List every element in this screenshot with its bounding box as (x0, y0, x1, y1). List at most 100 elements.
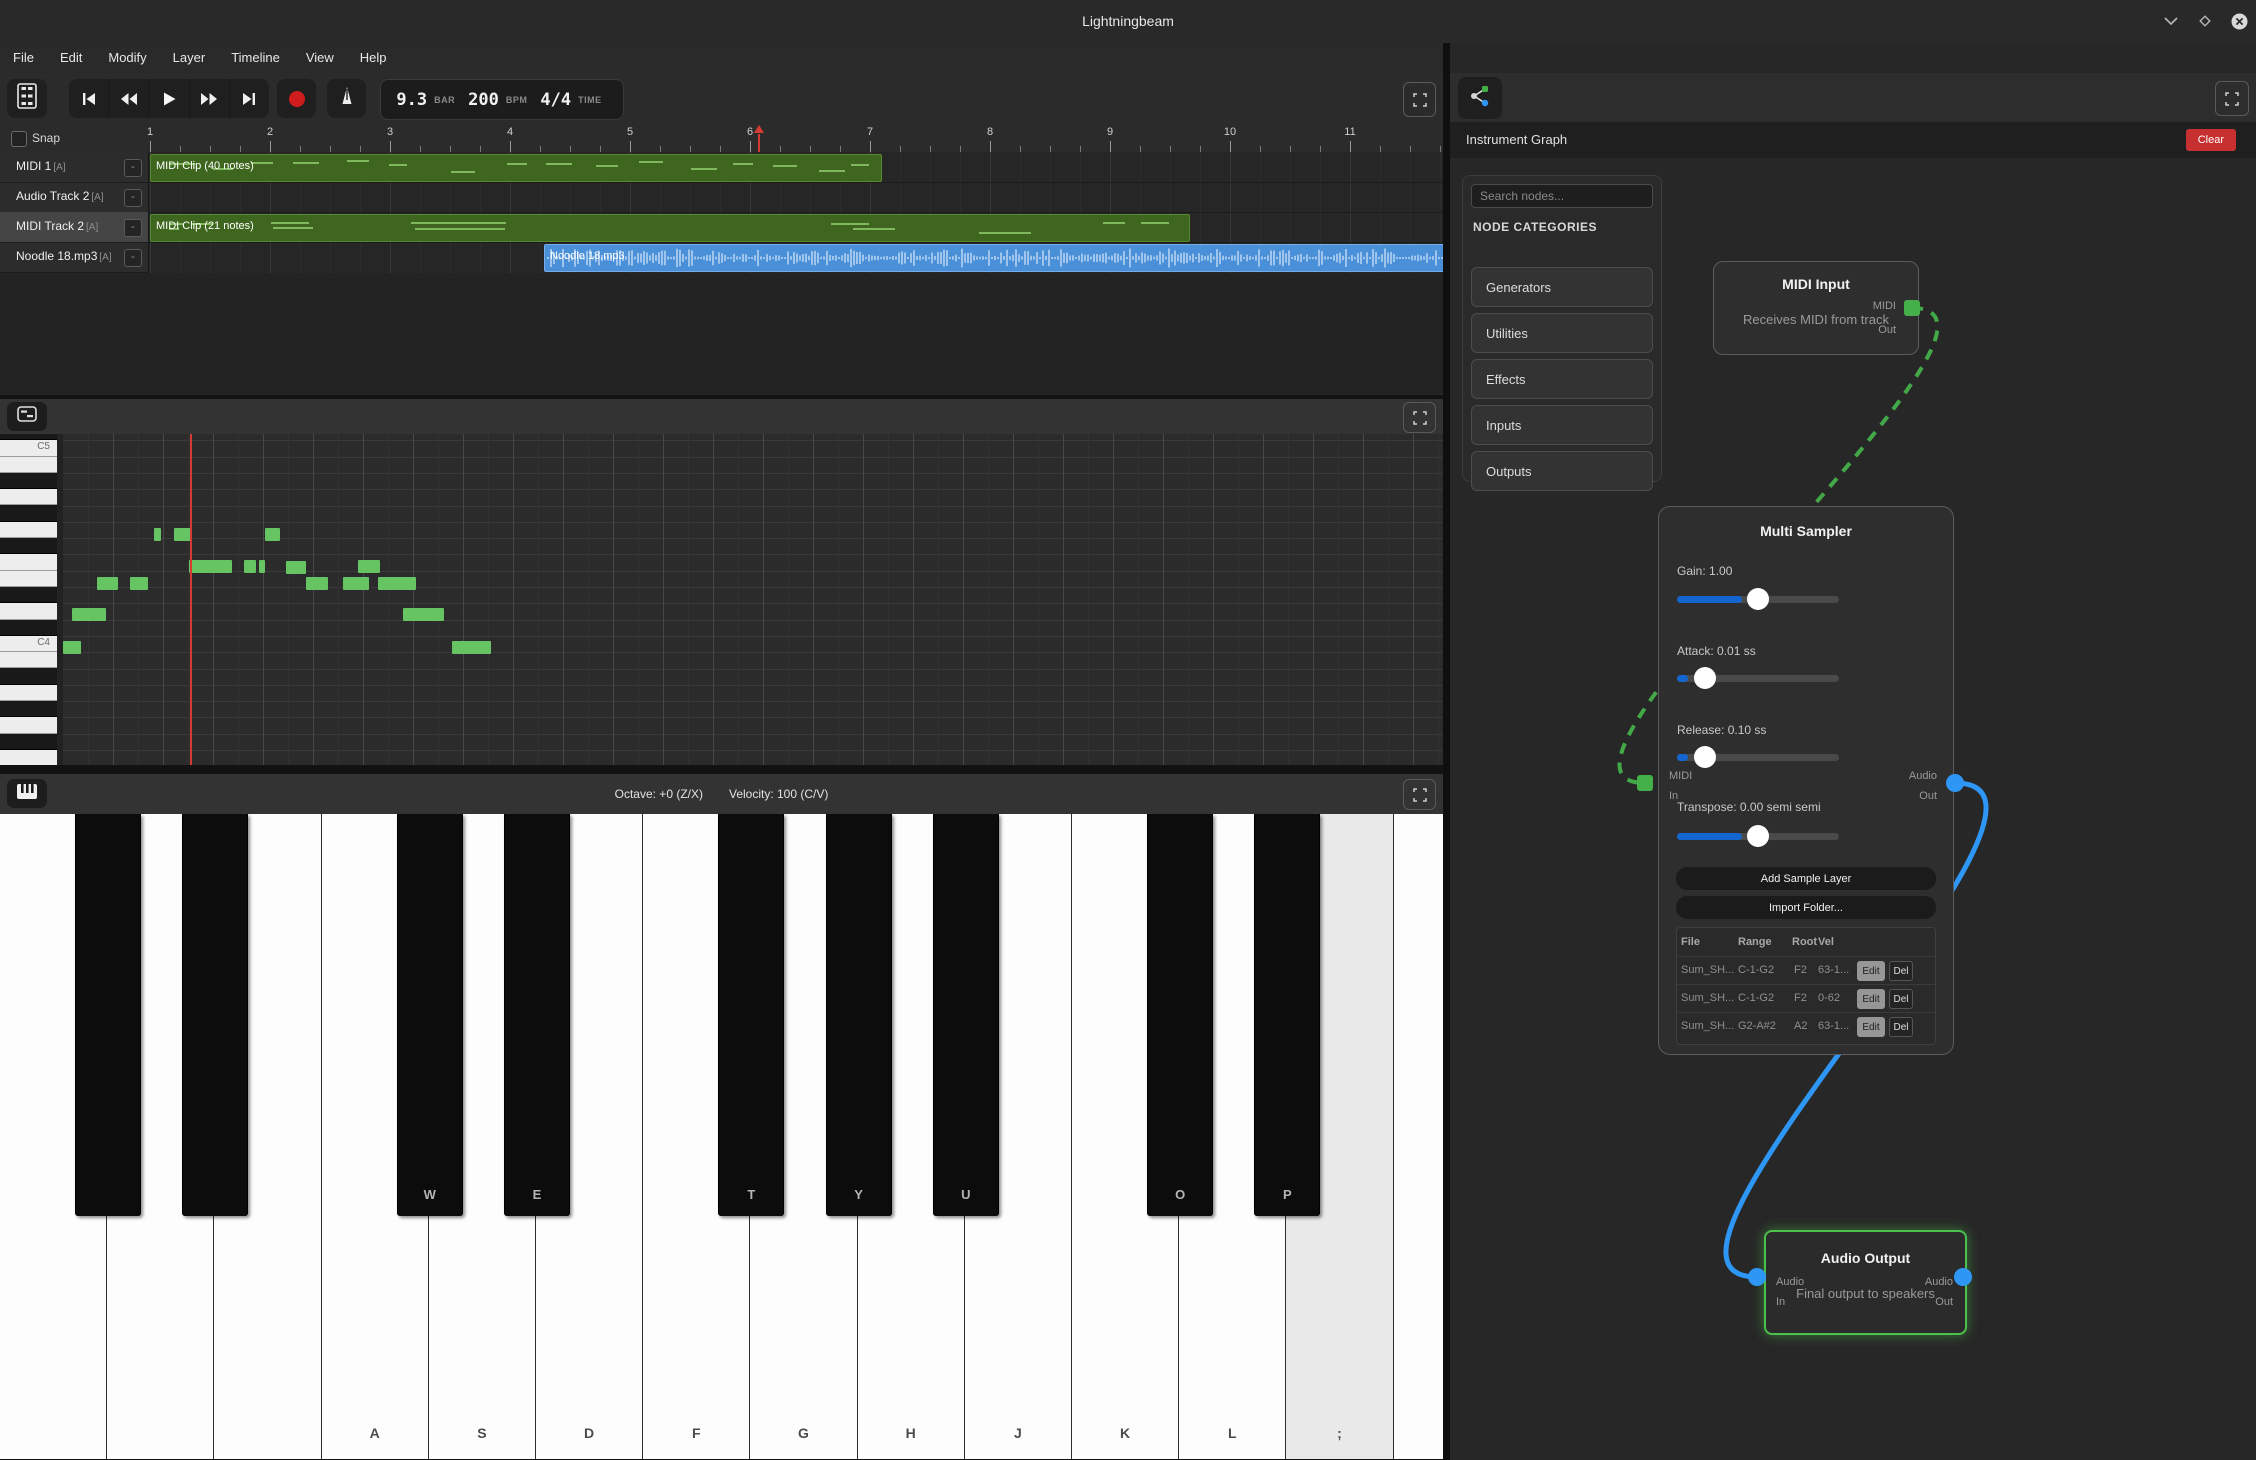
skip-start-button[interactable] (69, 79, 109, 118)
piano-roll-black-key[interactable] (0, 701, 57, 717)
black-key-U[interactable]: U (933, 814, 999, 1216)
sampler-midi-in-port[interactable] (1637, 775, 1653, 791)
record-button[interactable] (277, 79, 316, 118)
black-key[interactable] (182, 814, 248, 1216)
clip-audio[interactable]: Noodle 18.mp3 (544, 244, 1443, 272)
delete-sample-button[interactable]: Del (1889, 1017, 1913, 1037)
slider-thumb[interactable] (1694, 667, 1716, 689)
midi-note[interactable] (154, 528, 161, 541)
piano-roll-white-key[interactable]: C5 (0, 440, 57, 456)
midi-note[interactable] (358, 560, 380, 573)
snap-checkbox[interactable] (11, 131, 27, 147)
midi-note[interactable] (265, 528, 280, 541)
node-audio-output[interactable]: Audio Output Audio In Final output to sp… (1764, 1230, 1967, 1335)
category-inputs[interactable]: Inputs (1471, 405, 1653, 445)
piano-roll-black-key[interactable] (0, 538, 57, 554)
track-mute-box[interactable]: - (124, 159, 142, 177)
edit-sample-button[interactable]: Edit (1857, 989, 1885, 1009)
category-generators[interactable]: Generators (1471, 267, 1653, 307)
piano-roll-white-key[interactable] (0, 652, 57, 668)
track-row-midi-track-2[interactable]: MIDI Track 2[A]- (0, 212, 148, 243)
param-slider[interactable] (1677, 675, 1839, 682)
piano-roll-white-key[interactable] (0, 603, 57, 619)
track-mute-box[interactable]: - (124, 189, 142, 207)
search-input[interactable] (1471, 184, 1653, 208)
play-button[interactable] (149, 79, 189, 118)
black-key-W[interactable]: W (397, 814, 463, 1216)
menu-timeline[interactable]: Timeline (218, 43, 293, 73)
import-folder-button[interactable]: Import Folder... (1676, 896, 1936, 919)
white-key[interactable] (1394, 814, 1443, 1459)
graph-view-button[interactable] (1458, 77, 1502, 119)
param-slider[interactable] (1677, 754, 1839, 761)
maximize-icon[interactable] (2192, 8, 2218, 34)
category-outputs[interactable]: Outputs (1471, 451, 1653, 491)
track-row-audio-track-2[interactable]: Audio Track 2[A]- (0, 182, 148, 213)
piano-roll-black-key[interactable] (0, 506, 57, 522)
midi-note[interactable] (452, 641, 491, 654)
menu-view[interactable]: View (293, 43, 347, 73)
timeline-ruler[interactable]: Snap 1234567891011 (0, 124, 1443, 153)
midi-note[interactable] (378, 577, 416, 590)
graph-canvas[interactable]: NODE CATEGORIES GeneratorsUtilitiesEffec… (1450, 158, 2256, 1460)
track-mute-box[interactable]: - (124, 219, 142, 237)
black-key-O[interactable]: O (1147, 814, 1213, 1216)
add-sample-layer-button[interactable]: Add Sample Layer (1676, 867, 1936, 890)
keyboard-fullscreen-button[interactable] (1403, 779, 1436, 810)
skip-end-button[interactable] (230, 79, 269, 118)
midi-note[interactable] (97, 577, 118, 590)
close-icon[interactable] (2226, 8, 2252, 34)
track-mute-box[interactable]: - (124, 249, 142, 267)
edit-sample-button[interactable]: Edit (1857, 1017, 1885, 1037)
piano-roll-black-key[interactable] (0, 669, 57, 685)
category-utilities[interactable]: Utilities (1471, 313, 1653, 353)
minimize-icon[interactable] (2158, 8, 2184, 34)
black-key-E[interactable]: E (504, 814, 570, 1216)
piano-roll-mode-button[interactable] (7, 402, 47, 431)
piano-roll-white-key[interactable] (0, 685, 57, 701)
piano-roll-black-key[interactable] (0, 734, 57, 750)
black-key-Y[interactable]: Y (826, 814, 892, 1216)
piano-roll-fullscreen-button[interactable] (1403, 402, 1436, 433)
clear-graph-button[interactable]: Clear (2186, 129, 2236, 151)
arranger-empty-area[interactable] (0, 273, 1443, 395)
midi-note[interactable] (189, 560, 232, 573)
black-key[interactable] (75, 814, 141, 1216)
midi-note[interactable] (72, 608, 106, 621)
clip-midi[interactable]: MIDI Clip (21 notes) (150, 214, 1190, 242)
piano-roll-white-key[interactable] (0, 717, 57, 733)
slider-thumb[interactable] (1747, 825, 1769, 847)
param-slider[interactable] (1677, 596, 1839, 603)
audio-output-in-port[interactable] (1748, 1268, 1766, 1286)
track-row-midi-1[interactable]: MIDI 1[A]- (0, 152, 148, 183)
clip-midi[interactable]: MIDI Clip (40 notes) (150, 154, 882, 182)
midi-out-port[interactable] (1904, 300, 1920, 316)
delete-sample-button[interactable]: Del (1889, 989, 1913, 1009)
midi-note[interactable] (174, 528, 191, 541)
piano-roll-keys[interactable]: C5 C4 (0, 434, 57, 765)
piano-roll-white-key[interactable]: C4 (0, 636, 57, 652)
piano-roll-black-key[interactable] (0, 587, 57, 603)
midi-note[interactable] (343, 577, 369, 590)
piano-roll[interactable]: C5 C4 (0, 434, 1443, 765)
menu-modify[interactable]: Modify (95, 43, 159, 73)
black-key-T[interactable]: T (718, 814, 784, 1216)
category-effects[interactable]: Effects (1471, 359, 1653, 399)
menu-layer[interactable]: Layer (160, 43, 219, 73)
node-midi-input[interactable]: MIDI Input MIDI Receives MIDI from track… (1713, 261, 1919, 355)
piano-roll-white-key[interactable] (0, 522, 57, 538)
edit-sample-button[interactable]: Edit (1857, 961, 1885, 981)
midi-note[interactable] (286, 561, 306, 574)
menu-help[interactable]: Help (347, 43, 400, 73)
timeline-fullscreen-button[interactable] (1403, 82, 1436, 117)
delete-sample-button[interactable]: Del (1889, 961, 1913, 981)
midi-note[interactable] (306, 577, 328, 590)
film-button[interactable] (7, 79, 47, 118)
piano-roll-white-key[interactable] (0, 457, 57, 473)
slider-thumb[interactable] (1694, 746, 1716, 768)
rewind-button[interactable] (109, 79, 149, 118)
node-multi-sampler[interactable]: Multi Sampler Gain: 1.00Attack: 0.01 ssR… (1658, 506, 1954, 1055)
piano-roll-white-key[interactable] (0, 571, 57, 587)
piano-roll-black-key[interactable] (0, 473, 57, 489)
metronome-button[interactable] (327, 79, 366, 118)
